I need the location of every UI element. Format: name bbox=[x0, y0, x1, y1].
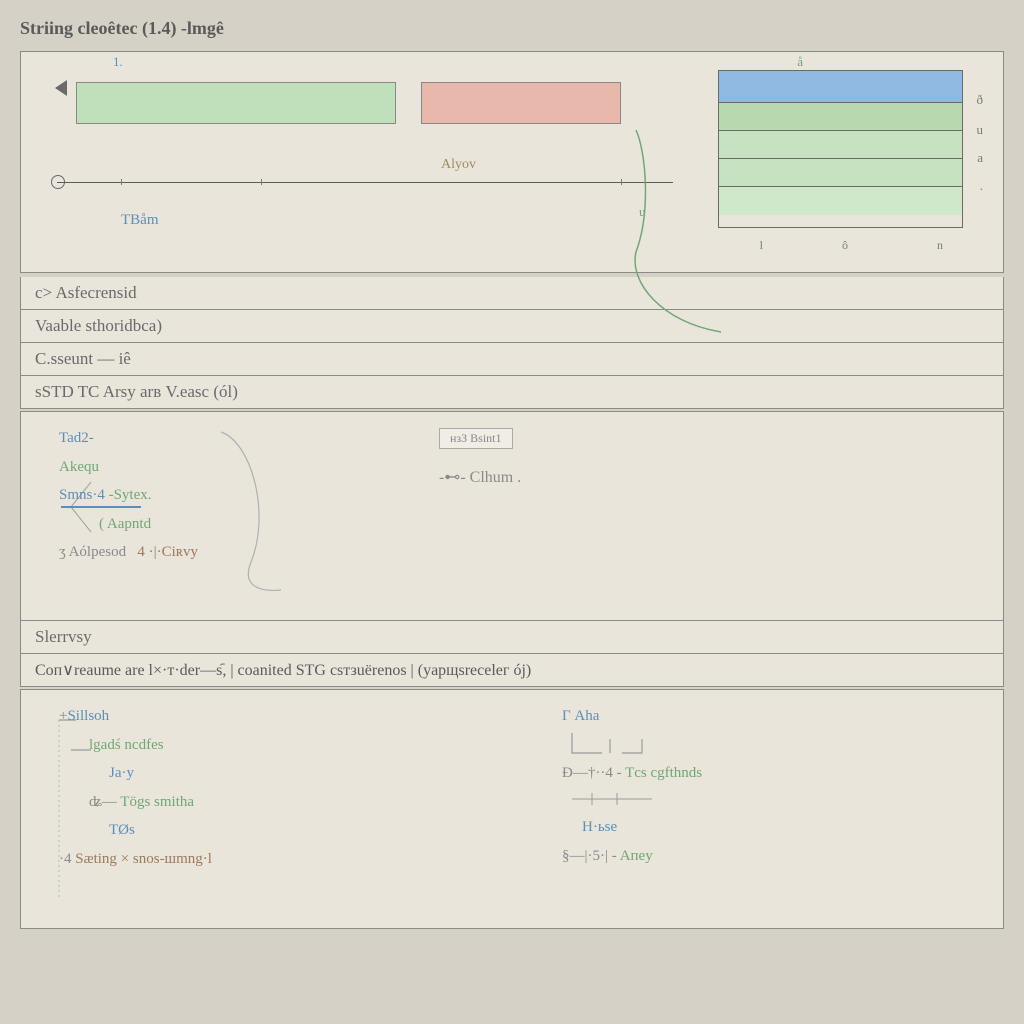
br-4: H·ьse bbox=[582, 819, 617, 835]
bl-3: Tögs smithа bbox=[120, 794, 194, 810]
br-5: Aпеy bbox=[620, 848, 653, 864]
bottom-content-panel: +Sillsoh lgadś ncdfes Ja·y ʥ— Tögs smith… bbox=[20, 689, 1004, 929]
mid-item-ad2: Tad2- bbox=[59, 430, 94, 446]
section-conregume: Cоп∨reaume arе l×·т·der—s᷇, | coanited S… bbox=[20, 654, 1004, 687]
mid-content-panel: Tad2- Akеqu Smns·4 -Sytеx. ( Aapntd ʒ Aó… bbox=[20, 411, 1004, 621]
mid-item-apes: ʒ Aólpеsod bbox=[59, 544, 126, 560]
bl-2: Ja·y bbox=[109, 765, 134, 781]
diagram-panel: 1. å ð u a . bbox=[20, 51, 1004, 273]
section-std-tc: sSTD TC Arsy arв V.easc (ól) bbox=[20, 376, 1004, 409]
mid-item-smns-sfx: -Sytеx. bbox=[109, 487, 152, 503]
mid-code-list: Tad2- Akеqu Smns·4 -Sytеx. ( Aapntd ʒ Aó… bbox=[39, 424, 299, 567]
bottom-right-col: Г Aha Ð—†··4 - Tсs cgfthnds H·ьse §—|·5·… bbox=[542, 702, 985, 916]
diagram-area: 1. å ð u a . bbox=[21, 52, 1003, 272]
bl-4: TØs bbox=[109, 822, 135, 838]
bottom-left-col: +Sillsoh lgadś ncdfes Ja·y ʥ— Tögs smith… bbox=[39, 702, 482, 916]
mid-item-akqu: Akеqu bbox=[59, 459, 99, 475]
section-slerrvsy: Slerrvsy bbox=[20, 621, 1004, 654]
br-glyph-1 bbox=[562, 731, 682, 757]
br-2: Tсs cgfthnds bbox=[625, 765, 702, 781]
br-5-pfx: §—|·5·| - bbox=[562, 848, 617, 864]
mid-item-apes-sfx: 4 ·|·Ciʀvy bbox=[137, 544, 198, 560]
mid-right-hint: -⊷- Clhum . bbox=[439, 467, 521, 487]
bl-1: lgadś ncdfes bbox=[89, 737, 164, 753]
mid-item-apnd: ( Aapntd bbox=[99, 516, 151, 532]
br-glyph-2 bbox=[562, 787, 682, 811]
br-0: Г Aha bbox=[562, 708, 599, 724]
bl-5: Sæting × snos-шmng·l bbox=[75, 851, 212, 867]
connector-curve bbox=[21, 52, 1001, 352]
bl-0: Sillsoh bbox=[67, 708, 109, 724]
mid-item-smns: Smns·4 bbox=[59, 487, 105, 503]
br-2-pfx: Ð—†··4 - bbox=[562, 765, 622, 781]
page-title: Striing cleoêtec (1.4) -lmgê bbox=[20, 18, 1004, 39]
mid-right-box: нзЗ Bsint1 bbox=[439, 428, 513, 449]
